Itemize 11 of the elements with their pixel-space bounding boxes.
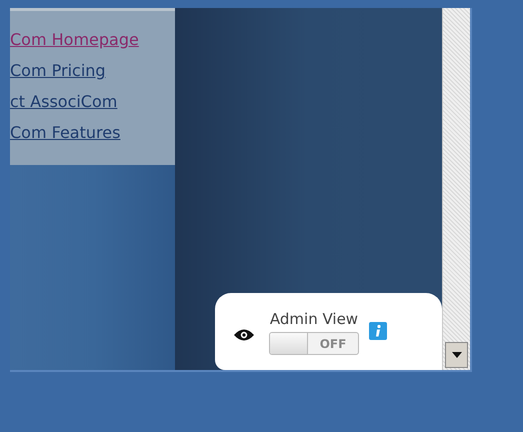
nav-link[interactable]: Com Features xyxy=(10,122,120,144)
scroll-down-button[interactable] xyxy=(445,342,468,368)
scrollbar[interactable] xyxy=(442,8,470,370)
nav-link[interactable]: Com Homepage xyxy=(10,29,139,51)
caret-icon xyxy=(452,352,462,358)
toggle-switch[interactable]: OFF xyxy=(269,332,359,356)
admin-view-label: Admin View xyxy=(270,308,358,330)
eye-icon xyxy=(233,328,255,342)
info-icon[interactable] xyxy=(369,322,387,340)
nav-link[interactable]: Com Pricing xyxy=(10,60,106,82)
nav-link[interactable]: ct AssociCom xyxy=(10,91,118,113)
